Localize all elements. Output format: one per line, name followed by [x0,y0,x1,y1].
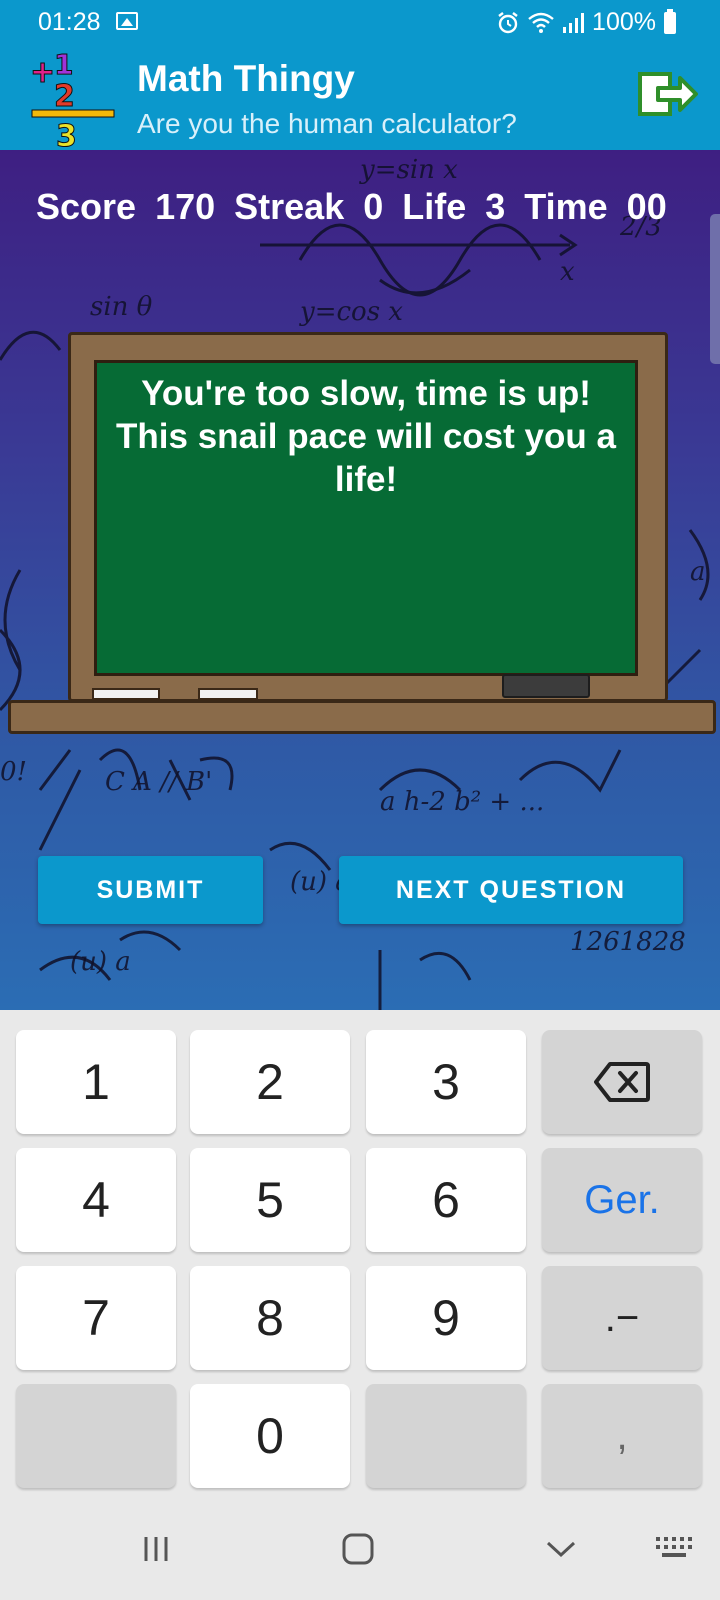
blank-key-left [16,1384,176,1488]
hide-keyboard-icon[interactable] [544,1537,578,1561]
backspace-key[interactable] [542,1030,702,1134]
svg-text:+: + [30,55,55,90]
signal-icon [563,12,585,33]
key-4[interactable]: 4 [16,1148,176,1252]
key-1[interactable]: 1 [16,1030,176,1134]
battery-percent: 100% [592,8,656,36]
svg-text:sin θ: sin θ [90,292,153,322]
svg-text:(u) a: (u) a [70,947,131,977]
chalk-piece [92,688,160,700]
score-label: Score [36,186,137,227]
app-logo-icon: + 1 2 3 [30,48,115,150]
app-bar: + 1 2 3 Math Thingy Are you the human ca… [0,46,720,150]
chalk-piece [198,688,258,700]
svg-text:a: a [690,557,706,587]
life-label: Life [402,186,467,227]
next-question-button[interactable]: NEXT QUESTION [339,856,683,924]
svg-text:0!: 0! [0,757,27,787]
key-8[interactable]: 8 [190,1266,350,1370]
svg-text:a h-2 b² + ...: a h-2 b² + ... [380,787,544,817]
key-9[interactable]: 9 [366,1266,526,1370]
svg-text:2: 2 [54,79,75,114]
status-time: 01:28 [38,8,101,36]
app-subtitle: Are you the human calculator? [137,108,517,139]
chalkboard: You're too slow, time is up! This snail … [68,332,668,702]
key-6[interactable]: 6 [366,1148,526,1252]
status-bar: 01:28 100% [0,0,720,46]
app-title: Math Thingy [137,58,355,99]
life-value: 3 [485,186,506,227]
keyboard-icon[interactable] [654,1535,694,1559]
battery-icon [664,8,676,34]
home-icon[interactable] [340,1531,376,1567]
scrollbar[interactable] [710,214,720,364]
alarm-icon [498,11,518,33]
nav-bar [0,1505,720,1600]
chalkboard-message: You're too slow, time is up! This snail … [116,374,616,499]
status-right-group: 100% [496,8,676,37]
score-bar: Score 170 Streak 0 Life 3 Time 00 [36,186,686,228]
go-key[interactable]: Ger. [542,1148,702,1252]
streak-label: Streak [234,186,345,227]
svg-text:x: x [560,257,575,287]
comma-key[interactable]: , [542,1384,702,1488]
time-label: Time [524,186,608,227]
key-5[interactable]: 5 [190,1148,350,1252]
board-eraser [502,674,590,698]
svg-text:1261828: 1261828 [570,927,686,957]
key-3[interactable]: 3 [366,1030,526,1134]
svg-text:y=sin x: y=sin x [359,155,458,185]
key-2[interactable]: 2 [190,1030,350,1134]
svg-text:C A // B': C A // B' [105,767,212,797]
submit-button[interactable]: SUBMIT [38,856,263,924]
svg-text:3: 3 [56,119,77,150]
chalkboard-ledge [8,700,716,734]
game-area: y=sin x y=cos x sin θ 2/3 x C A // B' a … [0,150,720,1010]
streak-value: 0 [363,186,384,227]
svg-text:1: 1 [54,48,73,81]
image-icon [116,12,138,30]
time-value: 00 [626,186,667,227]
key-7[interactable]: 7 [16,1266,176,1370]
key-0[interactable]: 0 [190,1384,350,1488]
backspace-icon [594,1062,650,1102]
recent-apps-icon[interactable] [140,1533,172,1565]
dot-minus-key[interactable]: .− [542,1266,702,1370]
exit-icon[interactable] [636,66,700,122]
svg-text:y=cos x: y=cos x [299,297,403,327]
score-value: 170 [155,186,216,227]
blank-key-right [366,1384,526,1488]
wifi-icon [528,12,554,33]
